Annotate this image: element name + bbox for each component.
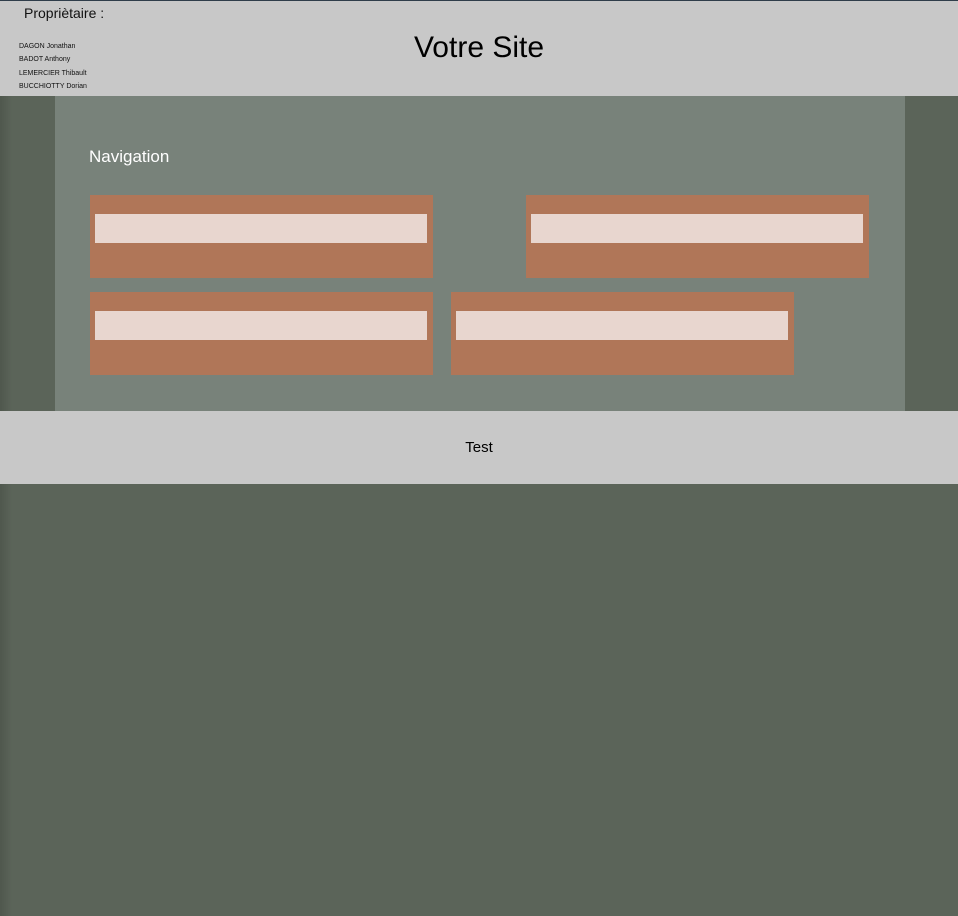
nav-link-4[interactable] xyxy=(456,311,788,340)
navigation-panel: Navigation xyxy=(55,96,905,411)
site-title: Votre Site xyxy=(413,31,545,64)
owner-name: BUCCHIOTTY Dorian xyxy=(19,82,87,90)
nav-link-2[interactable] xyxy=(531,214,863,243)
nav-card-2 xyxy=(526,195,869,278)
site-footer: Test xyxy=(0,411,958,484)
owner-name: LEMERCIER Thibault xyxy=(19,69,87,77)
nav-link-3[interactable] xyxy=(95,311,427,340)
footer-text: Test xyxy=(465,439,493,456)
nav-link-1[interactable] xyxy=(95,214,427,243)
navigation-title: Navigation xyxy=(89,147,170,166)
page: Propriètaire : DAGON Jonathan BADOT Anth… xyxy=(0,0,958,916)
site-header: Propriètaire : DAGON Jonathan BADOT Anth… xyxy=(0,1,958,96)
owner-heading: Propriètaire : xyxy=(24,5,105,21)
nav-card-3 xyxy=(90,292,433,375)
nav-card-1 xyxy=(90,195,433,278)
nav-card-4 xyxy=(451,292,794,375)
